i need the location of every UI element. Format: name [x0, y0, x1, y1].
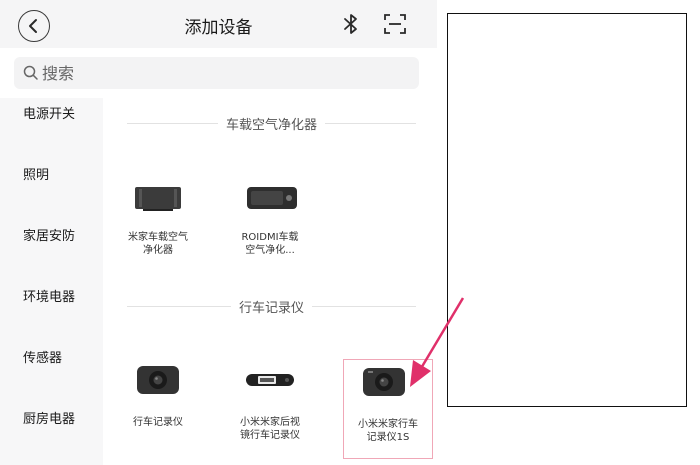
sidebar-item-home-security[interactable]: 家居安防: [0, 217, 103, 257]
device-list: 车载空气净化器 米家车载空气 净化器 ROIDMI车载 空气净化... 行车记录…: [103, 98, 437, 465]
device-dashcam[interactable]: 行车记录仪: [113, 358, 203, 458]
device-name: 米家车载空气 净化器: [128, 232, 188, 256]
search-icon: [23, 65, 38, 80]
device-roidmi-air-purifier[interactable]: ROIDMI车载 空气净化...: [225, 173, 315, 273]
stage: 添加设备 电源开关 照明 家: [0, 0, 700, 465]
page-title: 添加设备: [184, 18, 253, 38]
top-bar: 添加设备: [0, 0, 437, 48]
section-header: 车载空气净化器: [127, 113, 416, 133]
search-bar[interactable]: [14, 57, 419, 89]
bluetooth-button[interactable]: [340, 12, 362, 36]
sidebar-item-kitchen[interactable]: 厨房电器: [0, 400, 103, 440]
device-image: [225, 173, 315, 225]
scan-icon: [384, 14, 406, 34]
sidebar-item-lighting[interactable]: 照明: [0, 156, 103, 196]
device-car-air-purifier[interactable]: 米家车载空气 净化器: [113, 173, 203, 273]
device-image: [113, 358, 203, 410]
category-sidebar: 电源开关 照明 家居安防 环境电器 传感器 厨房电器: [0, 98, 103, 465]
bluetooth-icon: [344, 14, 357, 34]
phone-screen: 添加设备 电源开关 照明 家: [0, 0, 437, 465]
device-dashcam-1s[interactable]: 小米米家行车 记录仪1S: [343, 359, 433, 459]
device-name: 行车记录仪: [133, 417, 183, 428]
section-title: 车载空气净化器: [217, 118, 325, 133]
blank-frame: [447, 13, 687, 407]
section-title: 行车记录仪: [230, 301, 312, 316]
section-header: 行车记录仪: [127, 296, 416, 316]
device-name: 小米米家行车 记录仪1S: [358, 419, 418, 443]
device-name: ROIDMI车载 空气净化...: [241, 232, 299, 256]
device-mirror-dashcam[interactable]: 小米米家后视 镜行车记录仪: [225, 358, 315, 458]
search-input[interactable]: [42, 61, 402, 85]
sidebar-item-sensors[interactable]: 传感器: [0, 339, 103, 379]
device-image: [113, 173, 203, 225]
scan-button[interactable]: [383, 13, 407, 35]
device-name: 小米米家后视 镜行车记录仪: [240, 417, 300, 441]
device-image: [225, 358, 315, 410]
device-image: [344, 360, 432, 412]
sidebar-item-power-switch[interactable]: 电源开关: [0, 95, 103, 135]
sidebar-item-environment[interactable]: 环境电器: [0, 278, 103, 318]
